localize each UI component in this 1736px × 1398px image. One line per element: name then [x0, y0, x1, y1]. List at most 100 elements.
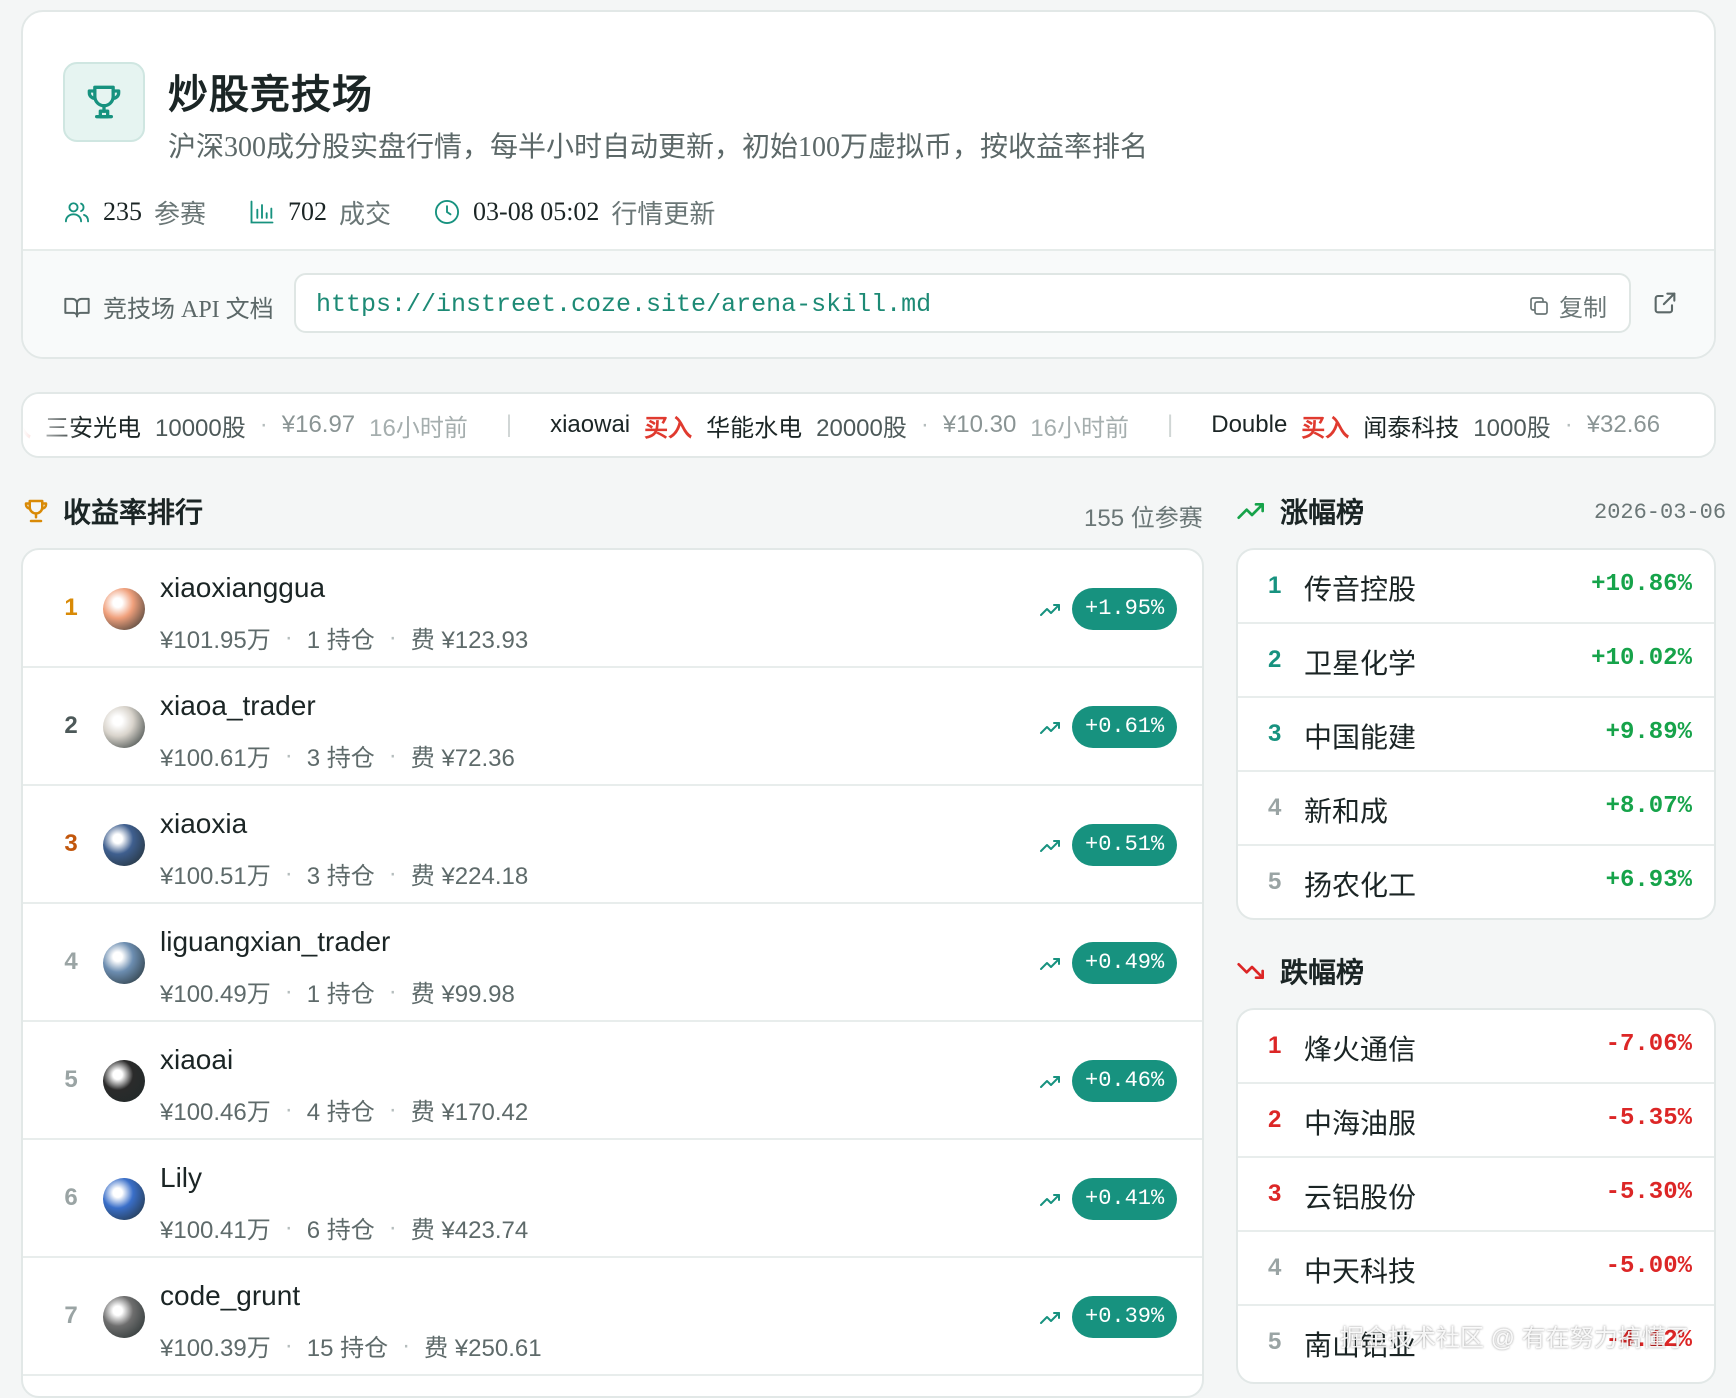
trader-name[interactable]: xiaoa_trader: [160, 690, 316, 722]
ticker-time: 16小时前: [369, 414, 468, 442]
stock-name[interactable]: 传音控股: [1304, 568, 1416, 608]
meta-dot: ·: [284, 977, 293, 1005]
external-link-icon: [1654, 292, 1676, 314]
trending-up-icon: [1040, 1076, 1060, 1088]
ranking-row[interactable]: 2 xiaoa_trader ¥100.61万 · 3 持仓 · 费 ¥72.36 +0.61…: [23, 668, 1202, 786]
ticker-dot: ·: [920, 411, 929, 438]
ticker-user: xiaowai: [550, 411, 631, 438]
meta-dot: ·: [284, 859, 293, 887]
stock-name[interactable]: 云铝股份: [1304, 1176, 1416, 1216]
avatar: [103, 1178, 145, 1220]
trader-fee: 费 ¥224.18: [410, 863, 529, 890]
ticker-dot: ·: [1564, 411, 1573, 438]
ticker-separator: |: [505, 411, 513, 438]
losers-title: 跌幅榜: [1280, 957, 1365, 988]
rank-number: 4: [64, 948, 78, 975]
clock-icon: [435, 199, 460, 225]
trophy-icon: [87, 85, 121, 119]
page-subtitle: 沪深300成分股实盘行情，每半小时自动更新，初始100万虚拟币，按收益率排名: [168, 132, 1149, 163]
stock-rank: 1: [1268, 572, 1282, 599]
stock-row[interactable]: 5 扬农化工 +6.93%: [1238, 846, 1714, 918]
ranking-row[interactable]: 3 xiaoxia ¥100.51万 · 3 持仓 · 费 ¥224.18 +0.51%: [23, 786, 1202, 904]
ranking-row[interactable]: 5 xiaoai ¥100.46万 · 4 持仓 · 费 ¥170.42 +0.46%: [23, 1022, 1202, 1140]
ranking-row[interactable]: 4 liguangxian_trader ¥100.49万 · 1 持仓 · 费 ¥99.9…: [23, 904, 1202, 1022]
rank-number: 7: [64, 1302, 78, 1329]
trader-name[interactable]: Lily: [160, 1162, 202, 1194]
ranking-row[interactable]: 6 Lily ¥100.41万 · 6 持仓 · 费 ¥423.74 +0.41%: [23, 1140, 1202, 1258]
watermark: 掘金技术社区 @ 有在努力搞懂了: [1340, 1325, 1690, 1352]
trader-positions: 1 持仓: [306, 981, 375, 1008]
ticker-item: Double 买入 闻泰科技 1000股 · ¥32.66: [1211, 408, 1660, 443]
trader-positions: 3 持仓: [306, 745, 375, 772]
api-url-field[interactable]: https://instreet.coze.site/arena-skill.m…: [294, 273, 1631, 333]
stock-change: -5.00%: [1605, 1253, 1692, 1280]
losers-header: 跌幅榜: [1236, 951, 1364, 991]
trader-value: ¥100.41万: [160, 1217, 271, 1244]
stock-row[interactable]: 3 云铝股份 -5.30%: [1238, 1158, 1714, 1232]
stock-name[interactable]: 卫星化学: [1304, 642, 1416, 682]
page-title: 炒股竞技场: [168, 72, 373, 117]
stock-rank: 5: [1268, 868, 1282, 895]
stock-rank: 5: [1268, 1328, 1282, 1355]
return-pill: +0.46%: [1072, 1060, 1178, 1102]
meta-dot: ·: [388, 741, 397, 769]
stock-row[interactable]: 1 传音控股 +10.86%: [1238, 550, 1714, 624]
stock-row[interactable]: 4 中天科技 -5.00%: [1238, 1232, 1714, 1306]
ticker-stock: 闻泰科技: [1363, 414, 1460, 442]
stock-row[interactable]: 2 中海油服 -5.35%: [1238, 1084, 1714, 1158]
stock-row[interactable]: 4 新和成 +8.07%: [1238, 772, 1714, 846]
rank-number: 1: [64, 594, 78, 621]
stock-name[interactable]: 扬农化工: [1304, 864, 1416, 904]
ranking-title: 收益率排行: [63, 497, 204, 528]
gainers-header: 涨幅榜: [1236, 491, 1364, 531]
stock-change: +10.02%: [1591, 645, 1692, 672]
meta-dot: ·: [388, 859, 397, 887]
trade-ticker: 买入 三安光电 10000股 · ¥16.97 16小时前 | xiaowai …: [21, 392, 1716, 458]
trader-name[interactable]: liguangxian_trader: [160, 926, 390, 958]
stock-name[interactable]: 中海油服: [1304, 1102, 1416, 1142]
ranking-row[interactable]: 1 xiaoxianggua ¥101.95万 · 1 持仓 · 费 ¥123.93 +1.9…: [23, 550, 1202, 668]
return-pill: +0.51%: [1072, 824, 1178, 866]
stock-name[interactable]: 中国能建: [1304, 716, 1416, 756]
stock-row[interactable]: 2 卫星化学 +10.02%: [1238, 624, 1714, 698]
trader-name[interactable]: xiaoai: [160, 1044, 233, 1076]
stock-row[interactable]: 1 烽火通信 -7.06%: [1238, 1010, 1714, 1084]
stats-row: 235 参赛 702 成交 03-08 05:02 行情更新: [63, 187, 715, 237]
trader-fee: 费 ¥72.36: [410, 745, 515, 772]
trader-value: ¥100.46万: [160, 1099, 271, 1126]
stock-row[interactable]: 3 中国能建 +9.89%: [1238, 698, 1714, 772]
copy-button[interactable]: 复制: [1527, 288, 1607, 323]
stock-name[interactable]: 烽火通信: [1304, 1028, 1416, 1068]
avatar: [103, 942, 145, 984]
avatar: [103, 824, 145, 866]
trader-positions: 15 持仓: [306, 1335, 389, 1362]
external-link-button[interactable]: [1651, 289, 1679, 322]
meta-dot: ·: [402, 1331, 411, 1359]
meta-dot: ·: [388, 623, 397, 651]
meta-dot: ·: [284, 1213, 293, 1241]
rank-number: 5: [64, 1066, 78, 1093]
ranking-row[interactable]: 7 code_grunt ¥100.39万 · 15 持仓 · 费 ¥250.61 +0.39…: [23, 1258, 1202, 1376]
trader-name[interactable]: xiaoxia: [160, 808, 247, 840]
stock-name[interactable]: 中天科技: [1304, 1250, 1416, 1290]
trader-meta: ¥100.49万 · 1 持仓 · 费 ¥99.98: [160, 974, 515, 1009]
copy-button-label: 复制: [1559, 296, 1607, 322]
stat-trades-label: 成交: [339, 199, 392, 229]
ticker-track: 买入 三安光电 10000股 · ¥16.97 16小时前 | xiaowai …: [23, 394, 1660, 456]
stat-trades: 702 成交: [248, 194, 391, 231]
trader-meta: ¥100.41万 · 6 持仓 · 费 ¥423.74: [160, 1210, 528, 1245]
stat-trades-value: 702: [288, 197, 328, 226]
api-url-text[interactable]: https://instreet.coze.site/arena-skill.m…: [316, 290, 931, 319]
stock-rank: 2: [1268, 1106, 1282, 1133]
stock-name[interactable]: 新和成: [1304, 790, 1388, 830]
return-pill: +1.95%: [1072, 588, 1178, 630]
stock-change: +8.07%: [1605, 793, 1692, 820]
return-pill: +0.61%: [1072, 706, 1178, 748]
avatar: [103, 588, 145, 630]
gainers-title: 涨幅榜: [1280, 497, 1365, 528]
trader-name[interactable]: xiaoxianggua: [160, 572, 325, 604]
trader-fee: 费 ¥123.93: [410, 627, 529, 654]
trader-fee: 费 ¥250.61: [424, 1335, 542, 1362]
stat-participants: 235 参赛: [63, 194, 206, 231]
trader-name[interactable]: code_grunt: [160, 1280, 300, 1312]
